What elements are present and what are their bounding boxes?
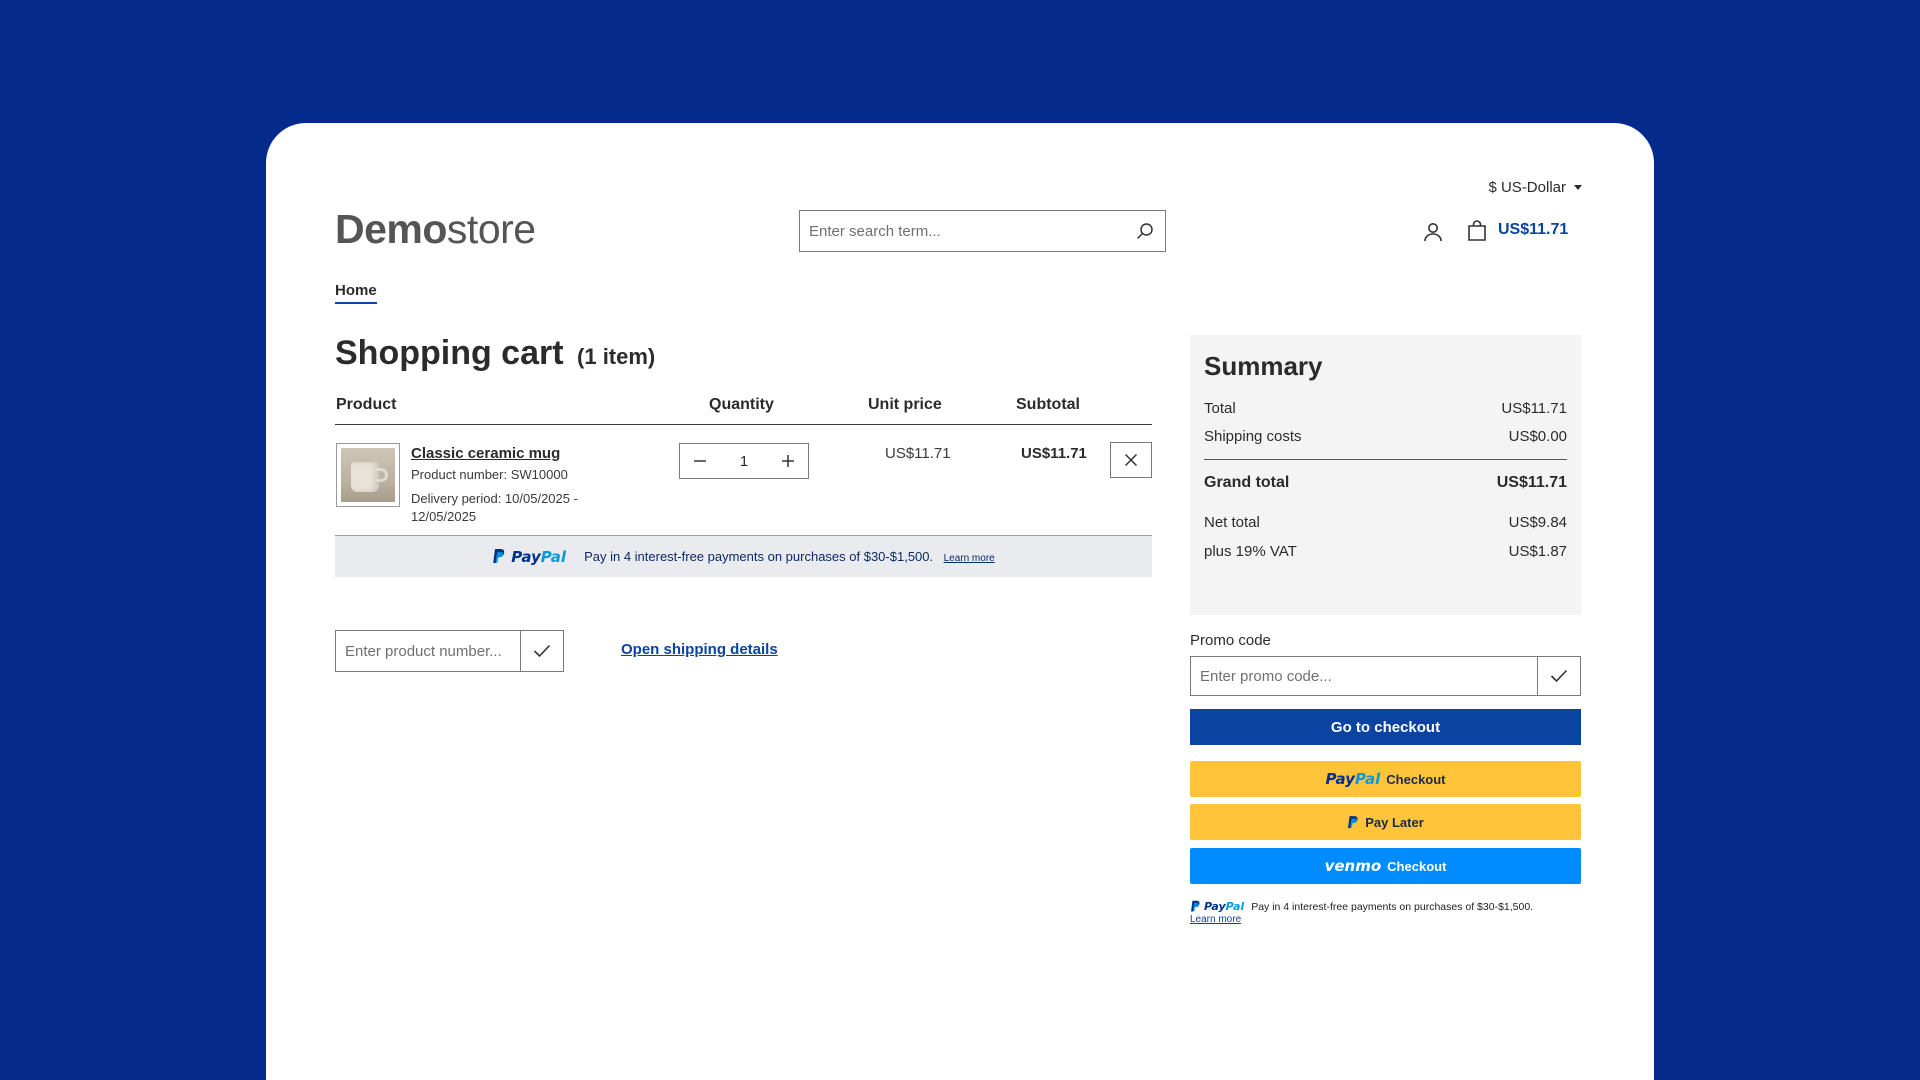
search-input[interactable]	[800, 211, 1125, 251]
header-divider	[335, 424, 1152, 425]
summary-value: US$11.71	[1501, 400, 1567, 417]
breadcrumb-home[interactable]: Home	[335, 282, 377, 304]
open-shipping-details-link[interactable]: Open shipping details	[621, 641, 778, 658]
add-product-form	[335, 630, 564, 672]
summary-label: plus 19% VAT	[1204, 543, 1297, 560]
check-icon	[533, 644, 551, 658]
venmo-checkout-button[interactable]: venmo Checkout	[1190, 848, 1581, 884]
search-box	[799, 210, 1166, 252]
account-icon[interactable]	[1421, 220, 1445, 244]
paypal-brand-b: Pal	[1354, 770, 1381, 788]
paypal-pay-later-button[interactable]: Pay Later	[1190, 804, 1581, 840]
apply-promo-button[interactable]	[1537, 657, 1580, 695]
summary-label: Grand total	[1204, 474, 1290, 491]
add-product-button[interactable]	[520, 631, 563, 671]
paypal-brand-b: Pal	[1225, 900, 1245, 913]
summary-row-total: Total US$11.71	[1204, 400, 1567, 417]
summary-value: US$0.00	[1508, 428, 1567, 445]
summary-title: Summary	[1204, 351, 1323, 381]
summary-row-grand-total: Grand total US$11.71	[1204, 474, 1567, 492]
mug-body	[351, 462, 379, 492]
column-quantity: Quantity	[709, 396, 774, 413]
paypal-logo: Pay Pal	[1190, 900, 1244, 913]
mug-handle	[376, 468, 388, 482]
order-summary: Summary Total US$11.71 Shipping costs US…	[1190, 335, 1581, 615]
product-name-link[interactable]: Classic ceramic mug	[411, 445, 560, 462]
quantity-value[interactable]: 1	[720, 453, 768, 470]
paypal-pay-later-banner: Pay Pal Pay in 4 interest-free payments o…	[335, 536, 1152, 577]
summary-value: US$9.84	[1508, 514, 1567, 531]
remove-item-button[interactable]	[1110, 442, 1152, 478]
search-icon[interactable]	[1125, 211, 1165, 251]
unit-price: US$11.71	[885, 445, 951, 462]
summary-row-vat: plus 19% VAT US$1.87	[1204, 543, 1567, 560]
venmo-logo: venmo	[1324, 857, 1382, 875]
product-number: Product number: SW10000	[411, 467, 568, 482]
product-number-input[interactable]	[336, 631, 520, 671]
decrease-quantity-button[interactable]	[680, 444, 720, 478]
pay-later-label: Pay Later	[1365, 814, 1424, 830]
promo-code-form	[1190, 656, 1581, 696]
logo-bold: Demo	[335, 206, 447, 252]
paypal-mini-learn-more-link[interactable]: Learn more	[1190, 914, 1581, 925]
column-subtotal: Subtotal	[1016, 396, 1080, 413]
caret-down-icon	[1574, 185, 1582, 190]
paypal-brand-a: Pay	[1325, 770, 1355, 788]
store-logo[interactable]: Demostore	[335, 206, 536, 253]
paypal-checkout-button[interactable]: Pay Pal Checkout	[1190, 761, 1581, 797]
logo-light: store	[446, 206, 536, 252]
item-count: (1 item)	[577, 344, 656, 369]
summary-label: Total	[1204, 400, 1236, 417]
currency-selector[interactable]: $ US-Dollar	[1488, 179, 1582, 196]
summary-row-net-total: Net total US$9.84	[1204, 514, 1567, 531]
close-icon	[1124, 453, 1138, 467]
line-subtotal: US$11.71	[1021, 445, 1087, 462]
page-card: $ US-Dollar Demostore US$11.71 Home Shop…	[266, 123, 1654, 1080]
increase-quantity-button[interactable]	[768, 444, 808, 478]
paypal-brand-a: Pay	[511, 547, 541, 566]
paypal-learn-more-link[interactable]: Learn more	[944, 553, 995, 564]
delivery-period: Delivery period: 10/05/2025 -	[411, 491, 578, 506]
paypal-banner-message: Pay in 4 interest-free payments on purch…	[584, 548, 995, 566]
summary-label: Net total	[1204, 514, 1260, 531]
header-cart-total[interactable]: US$11.71	[1498, 221, 1568, 239]
paypal-logo: Pay Pal	[1325, 770, 1380, 788]
go-to-checkout-button[interactable]: Go to checkout	[1190, 709, 1581, 745]
summary-row-shipping: Shipping costs US$0.00	[1204, 428, 1567, 445]
paypal-p-icon	[1348, 815, 1358, 828]
summary-divider	[1204, 459, 1567, 460]
paypal-logo: Pay Pal	[492, 548, 566, 566]
paypal-mini-message: Pay Pal Pay in 4 interest-free payments o…	[1190, 900, 1581, 925]
summary-label: Shipping costs	[1204, 428, 1302, 445]
paypal-p-icon	[493, 549, 505, 563]
summary-value: US$1.87	[1508, 543, 1567, 560]
paypal-brand-a: Pay	[1204, 900, 1226, 913]
delivery-period-end: 12/05/2025	[411, 509, 477, 524]
paypal-mini-text: Pay in 4 interest-free payments on purch…	[1251, 900, 1534, 913]
currency-label: $ US-Dollar	[1488, 179, 1566, 196]
check-icon	[1550, 669, 1568, 683]
column-unit-price: Unit price	[868, 396, 942, 413]
promo-code-input[interactable]	[1191, 657, 1537, 695]
venmo-checkout-label: Checkout	[1387, 858, 1447, 874]
paypal-checkout-label: Checkout	[1386, 771, 1446, 787]
quantity-stepper: 1	[679, 443, 809, 479]
paypal-brand-b: Pal	[540, 547, 567, 566]
promo-code-label: Promo code	[1190, 632, 1271, 649]
paypal-p-icon	[1191, 900, 1200, 912]
cart-icon[interactable]	[1465, 219, 1489, 243]
mug-photo	[341, 448, 395, 502]
page-title-text: Shopping cart	[335, 334, 564, 372]
paypal-banner-text: Pay in 4 interest-free payments on purch…	[584, 548, 934, 564]
summary-value: US$11.71	[1496, 474, 1567, 491]
paypal-mini-line: Pay Pal Pay in 4 interest-free payments o…	[1190, 900, 1581, 913]
column-product: Product	[336, 396, 397, 413]
page-title: Shopping cart (1 item)	[335, 334, 655, 373]
product-image[interactable]	[336, 443, 400, 507]
